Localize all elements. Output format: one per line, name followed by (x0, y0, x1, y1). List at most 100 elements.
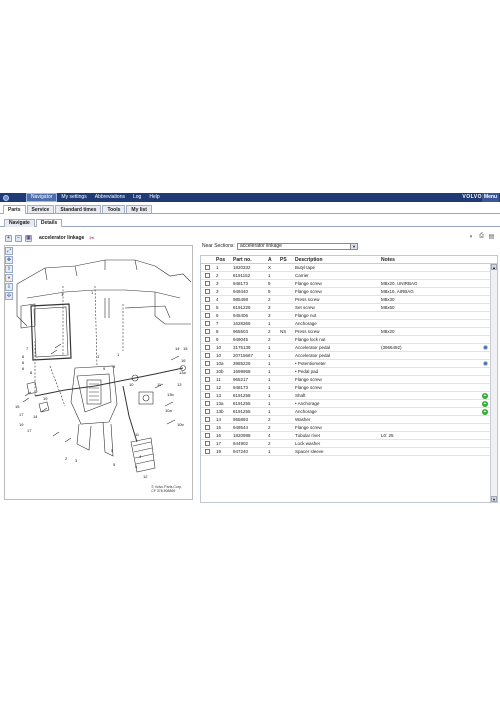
tab-standard-times[interactable]: Standard times (55, 205, 102, 213)
cell-part-no[interactable]: 8191255 (233, 401, 268, 406)
row-checkbox[interactable] (201, 385, 214, 390)
col-part-no[interactable]: Part no. (233, 256, 268, 263)
cell-part-no[interactable]: 985498 (233, 297, 268, 302)
cell-part-no[interactable]: 949440 (233, 289, 268, 294)
table-row[interactable]: 13b 8191255 1 Anchorage + (201, 408, 497, 416)
image-icon[interactable]: ▦ (25, 234, 32, 242)
row-checkbox[interactable] (201, 273, 214, 278)
info-icon[interactable] (482, 361, 488, 366)
tab-service[interactable]: Service (26, 205, 55, 213)
row-checkbox[interactable] (201, 353, 214, 358)
tab-details[interactable]: Details (35, 219, 63, 227)
checkbox[interactable] (205, 353, 210, 358)
table-row[interactable]: 10 20715667 1 Accelerator pedal (201, 352, 497, 360)
col-ps[interactable]: PS (280, 256, 295, 263)
row-checkbox[interactable] (201, 433, 214, 438)
table-row[interactable]: 17 944902 2 Lock washer (201, 440, 497, 448)
checkbox[interactable] (205, 401, 210, 406)
add-to-list-icon[interactable]: + (482, 400, 488, 407)
info-icon[interactable] (482, 345, 488, 350)
table-row[interactable]: 8 965503 2 NS Press screw M8x20 (201, 328, 497, 336)
row-checkbox[interactable] (201, 265, 214, 270)
cell-part-no[interactable]: 947240 (233, 449, 268, 454)
checkbox[interactable] (205, 345, 210, 350)
table-row[interactable]: 14 955893 2 Washer (201, 416, 497, 424)
table-row[interactable]: 16 1820988 4 Tubular rivet L0: 25 (201, 432, 497, 440)
checkbox[interactable] (205, 369, 210, 374)
checkbox[interactable] (205, 289, 210, 294)
checkbox[interactable] (205, 449, 210, 454)
table-row[interactable]: 10b 1699958 1 • Pedal pad (201, 368, 497, 376)
table-row[interactable]: 19 947240 1 Spacer sleeve (201, 448, 497, 456)
row-checkbox[interactable] (201, 313, 214, 318)
add-to-list-icon[interactable]: + (482, 392, 488, 399)
refresh-icon[interactable]: ◐ (468, 233, 475, 240)
checkbox[interactable] (205, 377, 210, 382)
row-checkbox[interactable] (201, 393, 214, 398)
cell-part-no[interactable]: 955893 (233, 417, 268, 422)
checkbox[interactable] (205, 393, 210, 398)
table-row[interactable]: 6 945406 3 Flange nut (201, 312, 497, 320)
col-notes[interactable]: Notes (381, 256, 481, 263)
tab-navigate[interactable]: Navigate (4, 219, 35, 227)
row-checkbox[interactable] (201, 425, 214, 430)
table-row[interactable]: 13a 8191255 1 • Anchorage + (201, 400, 497, 408)
row-checkbox[interactable] (201, 289, 214, 294)
menu-navigator[interactable]: Navigator (26, 193, 58, 202)
checkbox[interactable] (205, 409, 210, 414)
scroll-up-icon[interactable]: ▲ (491, 264, 497, 270)
table-row[interactable]: 13 8191258 1 Shaft + (201, 392, 497, 400)
menu-log[interactable]: Log (129, 194, 145, 201)
cell-part-no[interactable]: 949045 (233, 337, 268, 342)
row-checkbox[interactable] (201, 417, 214, 422)
cell-part-no[interactable]: 948173 (233, 281, 268, 286)
print-icon[interactable]: ⎙ (478, 233, 485, 240)
cell-part-no[interactable]: 945406 (233, 313, 268, 318)
row-checkbox[interactable] (201, 281, 214, 286)
checkbox[interactable] (205, 273, 210, 278)
near-sections-select[interactable]: accelerator linkage ▼ (237, 243, 358, 250)
row-checkbox[interactable] (201, 345, 214, 350)
menu-abbreviations[interactable]: Abbreviations (91, 194, 129, 201)
cell-part-no[interactable]: 948173 (233, 385, 268, 390)
scissors-icon[interactable]: ✂ (89, 235, 94, 242)
col-pos[interactable]: Pos (214, 256, 233, 263)
table-row[interactable]: 11 965217 1 Flange screw (201, 376, 497, 384)
col-a[interactable]: A (268, 256, 280, 263)
table-row[interactable]: 1 1820332 X Butyl tape (201, 264, 497, 272)
menu-help[interactable]: Help (145, 194, 163, 201)
checkbox[interactable] (205, 425, 210, 430)
table-row[interactable]: 3 949440 9 Flange screw M8x16, AIRBAG (201, 288, 497, 296)
row-checkbox[interactable] (201, 305, 214, 310)
scroll-down-icon[interactable]: ▼ (491, 496, 497, 502)
cell-part-no[interactable]: 8191255 (233, 409, 268, 414)
row-checkbox[interactable] (201, 409, 214, 414)
cell-part-no[interactable]: 3985226 (233, 361, 268, 366)
checkbox[interactable] (205, 321, 210, 326)
add-to-list-icon[interactable]: + (482, 408, 488, 415)
row-checkbox[interactable] (201, 377, 214, 382)
cell-part-no[interactable]: 1820332 (233, 265, 268, 270)
checkbox[interactable] (205, 281, 210, 286)
exploded-diagram[interactable]: ⤢ ✥ ⇧ ● ⇩ ✣ 6 6 6 7 8 1 1 1 1 15 14 16 1… (4, 245, 193, 500)
row-checkbox[interactable] (201, 449, 214, 454)
cell-part-no[interactable]: 965217 (233, 377, 268, 382)
row-checkbox[interactable] (201, 369, 214, 374)
cell-part-no[interactable]: 8191258 (233, 393, 268, 398)
table-row[interactable]: 4 985498 2 Press screw M8x30 (201, 296, 497, 304)
cell-part-no[interactable]: 1820988 (233, 433, 268, 438)
table-row[interactable]: 5 8191226 3 Set screw M8x60 (201, 304, 497, 312)
checkbox[interactable] (205, 385, 210, 390)
row-checkbox[interactable] (201, 297, 214, 302)
table-row[interactable]: 9 949045 2 Flange lock nut (201, 336, 497, 344)
checkbox[interactable] (205, 441, 210, 446)
checkbox[interactable] (205, 361, 210, 366)
cell-part-no[interactable]: 8191226 (233, 305, 268, 310)
zoom-out-icon[interactable]: − (15, 234, 22, 242)
cell-part-no[interactable]: 1699958 (233, 369, 268, 374)
row-checkbox[interactable] (201, 441, 214, 446)
checkbox[interactable] (205, 329, 210, 334)
table-row[interactable]: 12 948173 1 Flange screw (201, 384, 497, 392)
cell-part-no[interactable]: 3175139 (233, 345, 268, 350)
checkbox[interactable] (205, 313, 210, 318)
